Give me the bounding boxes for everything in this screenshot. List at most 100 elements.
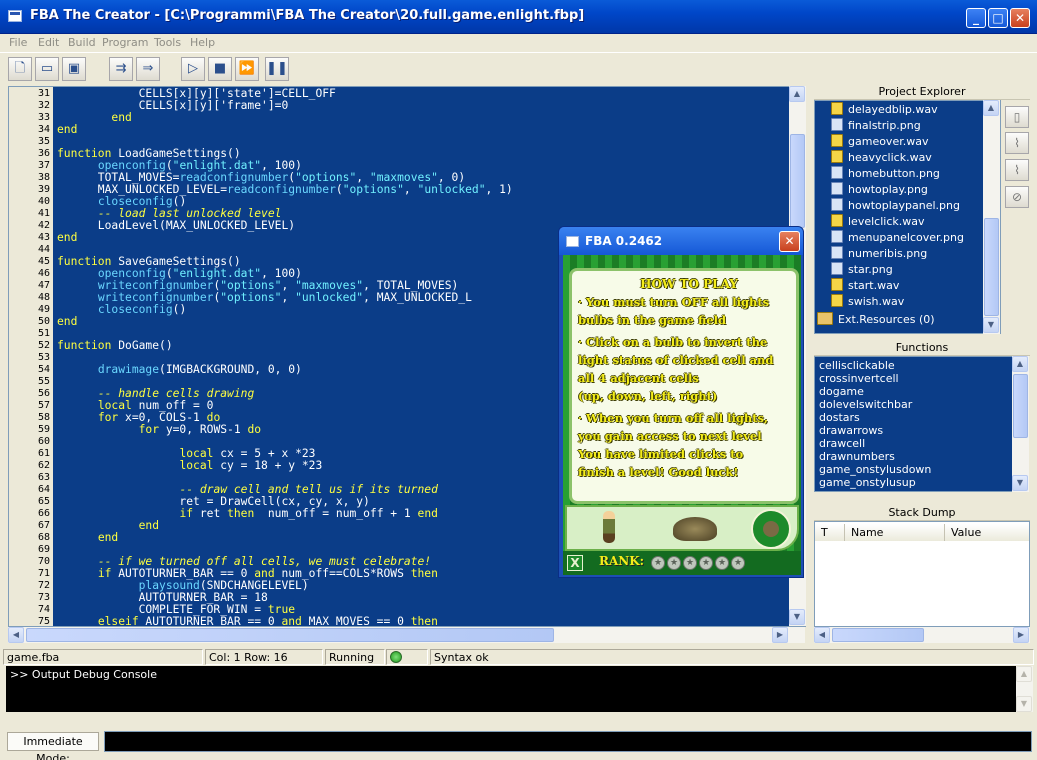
- maximize-button[interactable]: □: [988, 8, 1008, 28]
- function-item[interactable]: drawnumbers: [819, 450, 895, 463]
- function-item[interactable]: crossinvertcell: [819, 372, 899, 385]
- scroll-thumb[interactable]: [790, 134, 805, 228]
- project-file-item[interactable]: delayedblip.wav: [831, 102, 938, 118]
- project-file-item[interactable]: heavyclick.wav: [831, 150, 932, 166]
- game-screen[interactable]: HOW TO PLAY · You must turn OFF all ligh…: [563, 255, 801, 575]
- run-button[interactable]: ▷: [181, 57, 205, 81]
- remove-attachment-button[interactable]: ⌇: [1005, 159, 1029, 181]
- project-file-item[interactable]: howtoplaypanel.png: [831, 198, 960, 214]
- step-over-button[interactable]: ⇒: [136, 57, 160, 81]
- menu-edit[interactable]: Edit: [38, 34, 59, 52]
- pe-scroll-down[interactable]: ▼: [983, 317, 999, 333]
- column-header-name[interactable]: Name: [845, 524, 945, 541]
- pe-scroll-thumb[interactable]: [984, 218, 999, 316]
- project-file-item[interactable]: levelclick.wav: [831, 214, 924, 230]
- function-item[interactable]: dolevelswitchbar: [819, 398, 912, 411]
- function-item[interactable]: cellisclickable: [819, 359, 895, 372]
- project-file-item[interactable]: finalstrip.png: [831, 118, 921, 134]
- project-file-item[interactable]: homebutton.png: [831, 166, 940, 182]
- editor-horizontal-scrollbar[interactable]: ◀ ▶: [8, 627, 805, 643]
- project-explorer-tree[interactable]: delayedblip.wav finalstrip.png gameover.wa…: [814, 100, 1001, 334]
- close-button[interactable]: ✕: [1010, 8, 1030, 28]
- scroll-up-button[interactable]: ▲: [789, 86, 805, 102]
- scroll-down-button[interactable]: ▼: [789, 609, 805, 625]
- rank-star-icon: ★: [699, 556, 713, 570]
- pe-scroll-up[interactable]: ▲: [983, 100, 999, 116]
- line-number: 52: [37, 340, 50, 351]
- project-file-item[interactable]: howtoplay.png: [831, 182, 928, 198]
- ext-resources-folder[interactable]: Ext.Resources (0): [817, 312, 935, 328]
- player-title-bar[interactable]: FBA 0.2462: [559, 227, 803, 255]
- line-number: 48: [37, 292, 50, 303]
- hscroll-thumb[interactable]: [26, 628, 554, 642]
- home-button[interactable]: [751, 509, 791, 549]
- function-item[interactable]: game_onstylusup: [819, 476, 916, 489]
- stop-button[interactable]: ■: [208, 57, 232, 81]
- menu-file[interactable]: File: [9, 34, 27, 52]
- status-state: Running: [325, 649, 385, 665]
- function-item[interactable]: drawcell: [819, 437, 865, 450]
- how-to-play-line: (up, down, left, right): [578, 389, 718, 403]
- minimize-button[interactable]: _: [966, 8, 986, 28]
- functions-scrollbar[interactable]: ▲ ▼: [1012, 356, 1029, 492]
- player-close-button[interactable]: ✕: [779, 231, 800, 252]
- line-number: 67: [37, 520, 50, 531]
- fn-scroll-down[interactable]: ▼: [1012, 475, 1028, 491]
- new-file-button[interactable]: 🗋: [8, 57, 32, 81]
- how-to-play-line: light status of clicked cell and: [578, 353, 774, 367]
- audio-file-icon: [831, 134, 843, 147]
- function-item[interactable]: dogame: [819, 385, 864, 398]
- stack-scroll-right[interactable]: ▶: [1013, 627, 1029, 643]
- stack-scroll-left[interactable]: ◀: [814, 627, 830, 643]
- stack-horizontal-scrollbar[interactable]: ◀ ▶: [814, 627, 1030, 643]
- project-file-name: levelclick.wav: [848, 215, 925, 228]
- line-number: 60: [37, 436, 50, 447]
- status-syntax: Syntax ok: [430, 649, 1034, 665]
- stack-dump-table[interactable]: T Name Value: [814, 521, 1030, 627]
- paperclip-icon: ⌇: [1014, 136, 1020, 150]
- attach-button[interactable]: ⌇: [1005, 132, 1029, 154]
- project-file-item[interactable]: start.wav: [831, 278, 899, 294]
- menu-tools[interactable]: Tools: [154, 34, 181, 52]
- scroll-left-button[interactable]: ◀: [8, 627, 24, 643]
- project-file-item[interactable]: swish.wav: [831, 294, 904, 310]
- function-item[interactable]: drawarrows: [819, 424, 883, 437]
- status-indicator: [386, 649, 428, 665]
- game-close-button[interactable]: X: [567, 555, 583, 571]
- stack-scroll-thumb[interactable]: [832, 628, 924, 642]
- project-explorer-scrollbar[interactable]: ▲ ▼: [983, 100, 1000, 334]
- column-header-value[interactable]: Value: [945, 524, 1029, 541]
- pause-button[interactable]: ❚❚: [265, 57, 289, 81]
- open-button[interactable]: ▭: [35, 57, 59, 81]
- menu-build[interactable]: Build: [68, 34, 96, 52]
- add-file-button[interactable]: ▯: [1005, 106, 1029, 128]
- function-item[interactable]: game_onstylusdown: [819, 463, 931, 476]
- functions-list[interactable]: cellisclickable crossinvertcell dogame dole…: [814, 356, 1014, 492]
- scroll-right-button[interactable]: ▶: [772, 627, 788, 643]
- column-header-t[interactable]: T: [815, 524, 845, 541]
- console-scroll-up[interactable]: ▲: [1016, 666, 1032, 682]
- project-file-item[interactable]: menupanelcover.png: [831, 230, 964, 246]
- save-button[interactable]: ▣: [62, 57, 86, 81]
- function-item[interactable]: dostars: [819, 411, 860, 424]
- project-file-item[interactable]: numeribis.png: [831, 246, 927, 262]
- line-number: 69: [37, 544, 50, 555]
- fba-player-window[interactable]: FBA 0.2462 ✕ HOW TO PLAY · You must turn…: [558, 226, 804, 578]
- fast-forward-button[interactable]: ⏩: [235, 57, 259, 81]
- output-debug-console[interactable]: >> Output Debug Console: [6, 666, 1016, 712]
- console-scroll-down[interactable]: ▼: [1016, 696, 1032, 712]
- title-bar[interactable]: FBA The Creator - [C:\Programmi\FBA The …: [0, 0, 1037, 34]
- project-file-item[interactable]: star.png: [831, 262, 893, 278]
- console-scrollbar[interactable]: ▲ ▼: [1016, 666, 1033, 712]
- menu-program[interactable]: Program: [102, 34, 148, 52]
- toolbar: 🗋 ▭ ▣ ⇉ ⇒ ▷ ■ ⏩ ❚❚: [0, 52, 1037, 84]
- line-number-gutter: 31 32 33 34 35 36 37 38 39 40 41 42 43 44 45 46 47 48 49 50…: [9, 87, 53, 626]
- project-file-item[interactable]: gameover.wav: [831, 134, 928, 150]
- code-line: local cy = 18 + y *23: [179, 459, 323, 472]
- fn-scroll-thumb[interactable]: [1013, 374, 1028, 438]
- delete-button[interactable]: ⊘: [1005, 186, 1029, 208]
- menu-help[interactable]: Help: [190, 34, 215, 52]
- immediate-mode-input[interactable]: [104, 731, 1032, 752]
- fn-scroll-up[interactable]: ▲: [1012, 356, 1028, 372]
- step-into-button[interactable]: ⇉: [109, 57, 133, 81]
